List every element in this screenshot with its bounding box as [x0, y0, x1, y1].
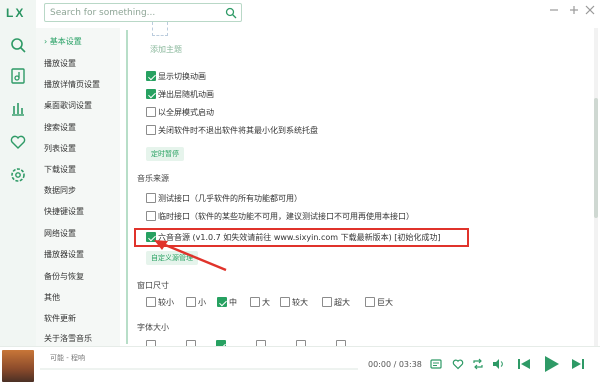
label-size-huge: 巨大 — [377, 298, 393, 307]
nav-item-backup[interactable]: 备份与恢复 — [44, 271, 84, 282]
lyric-icon[interactable] — [430, 358, 442, 373]
heart-icon[interactable] — [452, 358, 464, 373]
nav-item-update[interactable]: 软件更新 — [44, 313, 76, 324]
checkbox-minimize-tray[interactable] — [146, 125, 156, 135]
label-size-large: 大 — [262, 298, 270, 307]
app-logo: LX — [6, 6, 26, 20]
volume-icon[interactable] — [492, 358, 504, 373]
play-icon[interactable] — [541, 354, 561, 377]
label-size-xlarge: 超大 — [334, 298, 350, 307]
nav-item-search[interactable]: 搜索设置 — [44, 122, 76, 133]
checkbox-size-xlarge[interactable] — [322, 297, 332, 307]
next-icon[interactable] — [570, 356, 586, 375]
checkbox-switch-animation[interactable] — [146, 71, 156, 81]
label-test-source: 测试接口（几乎软件的所有功能都可用） — [158, 194, 302, 203]
search-icon[interactable] — [225, 7, 237, 22]
label-size-larger: 较大 — [292, 298, 308, 307]
label-size-smaller: 较小 — [158, 298, 174, 307]
annotation-arrow-icon — [154, 240, 227, 272]
label-fullscreen-start: 以全屏模式启动 — [158, 108, 214, 117]
nav-item-list[interactable]: 列表设置 — [44, 143, 76, 154]
window-size-title: 窗口尺寸 — [137, 281, 169, 290]
search-placeholder: Search for something... — [50, 8, 156, 18]
nav-item-sync[interactable]: 数据同步 — [44, 185, 76, 196]
nav-item-download[interactable]: 下载设置 — [44, 164, 76, 175]
progress-track[interactable] — [40, 368, 358, 370]
add-theme-label: 添加主题 — [150, 45, 182, 54]
nav-item-hotkey[interactable]: 快捷键设置 — [44, 206, 84, 217]
checkbox-size-smaller[interactable] — [146, 297, 156, 307]
label-size-small: 小 — [198, 298, 206, 307]
maximize-icon[interactable] — [568, 4, 580, 16]
timer-pause-button[interactable]: 定时暂停 — [146, 147, 184, 161]
checkbox-size-small[interactable] — [186, 297, 196, 307]
font-size-title: 字体大小 — [137, 323, 169, 332]
label-minimize-tray: 关闭软件时不退出软件将其最小化到系统托盘 — [158, 126, 318, 135]
time-display: 00:00 / 03:38 — [368, 360, 422, 369]
minimize-icon[interactable] — [548, 4, 560, 16]
close-icon[interactable] — [584, 4, 596, 16]
checkbox-size-medium[interactable] — [217, 297, 227, 307]
label-switch-animation: 显示切换动画 — [158, 72, 206, 81]
nav-item-basic[interactable]: › 基本设置 — [44, 36, 82, 47]
checkbox-test-source[interactable] — [146, 193, 156, 203]
settings-icon[interactable] — [9, 166, 27, 184]
scrollbar[interactable] — [594, 28, 598, 346]
prev-icon[interactable] — [516, 356, 532, 375]
heart-icon[interactable] — [9, 133, 27, 151]
checkbox-fullscreen-start[interactable] — [146, 107, 156, 117]
album-cover[interactable] — [2, 350, 34, 382]
repeat-icon[interactable] — [472, 358, 484, 373]
song-title: 可能 - 程响 — [50, 354, 85, 362]
checkbox-size-larger[interactable] — [280, 297, 290, 307]
nav-item-play[interactable]: 播放设置 — [44, 58, 76, 69]
section-divider — [126, 30, 128, 344]
add-theme-button[interactable]: 添加主题 — [146, 22, 182, 56]
checkbox-temp-source[interactable] — [146, 211, 156, 221]
label-temp-source: 临时接口（软件的某些功能不可用，建议测试接口不可用再使用本接口） — [158, 212, 414, 221]
checkbox-size-huge[interactable] — [365, 297, 375, 307]
player-bar: 可能 - 程响 00:00 / 03:38 — [0, 346, 600, 382]
chart-icon[interactable] — [9, 100, 27, 118]
search-icon[interactable] — [9, 36, 27, 54]
nav-item-other[interactable]: 其他 — [44, 292, 60, 303]
label-size-medium: 中 — [229, 298, 237, 307]
checkbox-size-large[interactable] — [250, 297, 260, 307]
nav-item-about[interactable]: 关于洛雪音乐 — [44, 333, 92, 344]
search-box[interactable]: Search for something... — [44, 3, 242, 22]
left-icon-bar: LX — [0, 0, 36, 346]
settings-nav: › 基本设置 播放设置 播放详情页设置 桌面歌词设置 搜索设置 列表设置 下载设… — [36, 28, 120, 346]
music-library-icon[interactable] — [9, 67, 27, 85]
music-source-title: 音乐来源 — [137, 174, 169, 183]
label-random-animation: 弹出层随机动画 — [158, 90, 214, 99]
checkbox-random-animation[interactable] — [146, 89, 156, 99]
scrollbar-thumb[interactable] — [594, 98, 598, 218]
nav-item-desktop-lyric[interactable]: 桌面歌词设置 — [44, 100, 92, 111]
nav-item-player-partial[interactable]: 播放器设置 — [44, 249, 84, 260]
nav-item-play-detail[interactable]: 播放详情页设置 — [44, 79, 100, 90]
nav-item-network[interactable]: 网络设置 — [44, 228, 76, 239]
